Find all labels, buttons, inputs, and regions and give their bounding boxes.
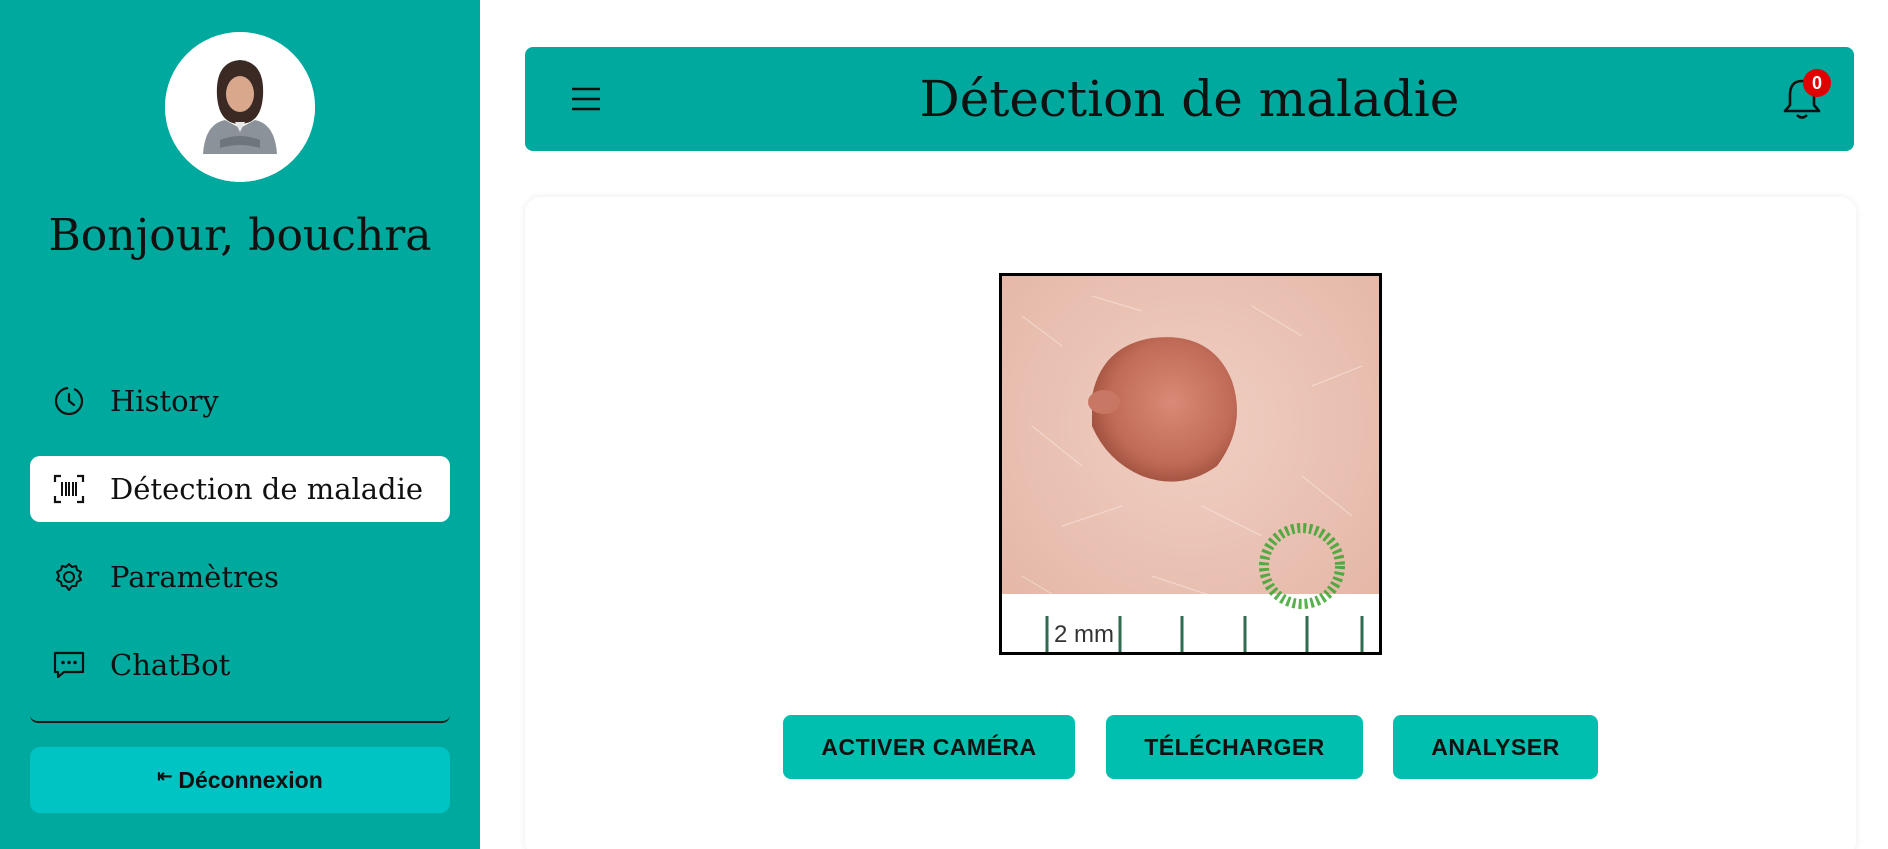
- history-icon: [52, 384, 86, 418]
- sidebar-item-label: History: [110, 384, 219, 418]
- menu-icon[interactable]: [569, 83, 603, 115]
- skin-lesion-image: 2 mm: [999, 273, 1382, 655]
- sidebar-item-detection[interactable]: Détection de maladie: [30, 456, 450, 522]
- sidebar: Bonjour, bouchra History Détection de ma…: [0, 0, 480, 849]
- nav-divider: [30, 715, 450, 723]
- activate-camera-button[interactable]: ACTIVER CAMÉRA: [783, 715, 1075, 779]
- sidebar-item-label: ChatBot: [110, 648, 231, 682]
- gear-icon: [52, 560, 86, 594]
- sidebar-item-history[interactable]: History: [30, 368, 450, 434]
- sidebar-item-settings[interactable]: Paramètres: [30, 544, 450, 610]
- logout-button[interactable]: ⇤ Déconnexion: [30, 747, 450, 813]
- sidebar-item-chatbot[interactable]: ChatBot: [30, 632, 450, 698]
- greeting: Bonjour, bouchra: [48, 210, 432, 261]
- detection-card: 2 mm ACTIVER CAMÉRA TÉLÉCHARGER ANALYSER: [525, 197, 1856, 849]
- upload-button[interactable]: TÉLÉCHARGER: [1106, 715, 1363, 779]
- sidebar-item-label: Détection de maladie: [110, 472, 424, 506]
- sidebar-item-label: Paramètres: [110, 560, 279, 594]
- scale-label: 2 mm: [1054, 621, 1114, 648]
- barcode-scan-icon: [52, 472, 86, 506]
- avatar[interactable]: [165, 32, 315, 182]
- analyze-button[interactable]: ANALYSER: [1393, 715, 1598, 779]
- logout-icon: ⇤: [157, 765, 173, 786]
- avatar-photo: [165, 32, 315, 182]
- notification-badge: 0: [1803, 69, 1831, 97]
- logout-label: Déconnexion: [178, 766, 323, 793]
- app-root: Bonjour, bouchra History Détection de ma…: [0, 0, 1888, 849]
- chat-icon: [52, 648, 86, 682]
- page-header: Détection de maladie 0: [525, 47, 1854, 151]
- sidebar-nav: History Détection de maladie Paramètres …: [30, 368, 450, 720]
- page-title: Détection de maladie: [919, 70, 1460, 128]
